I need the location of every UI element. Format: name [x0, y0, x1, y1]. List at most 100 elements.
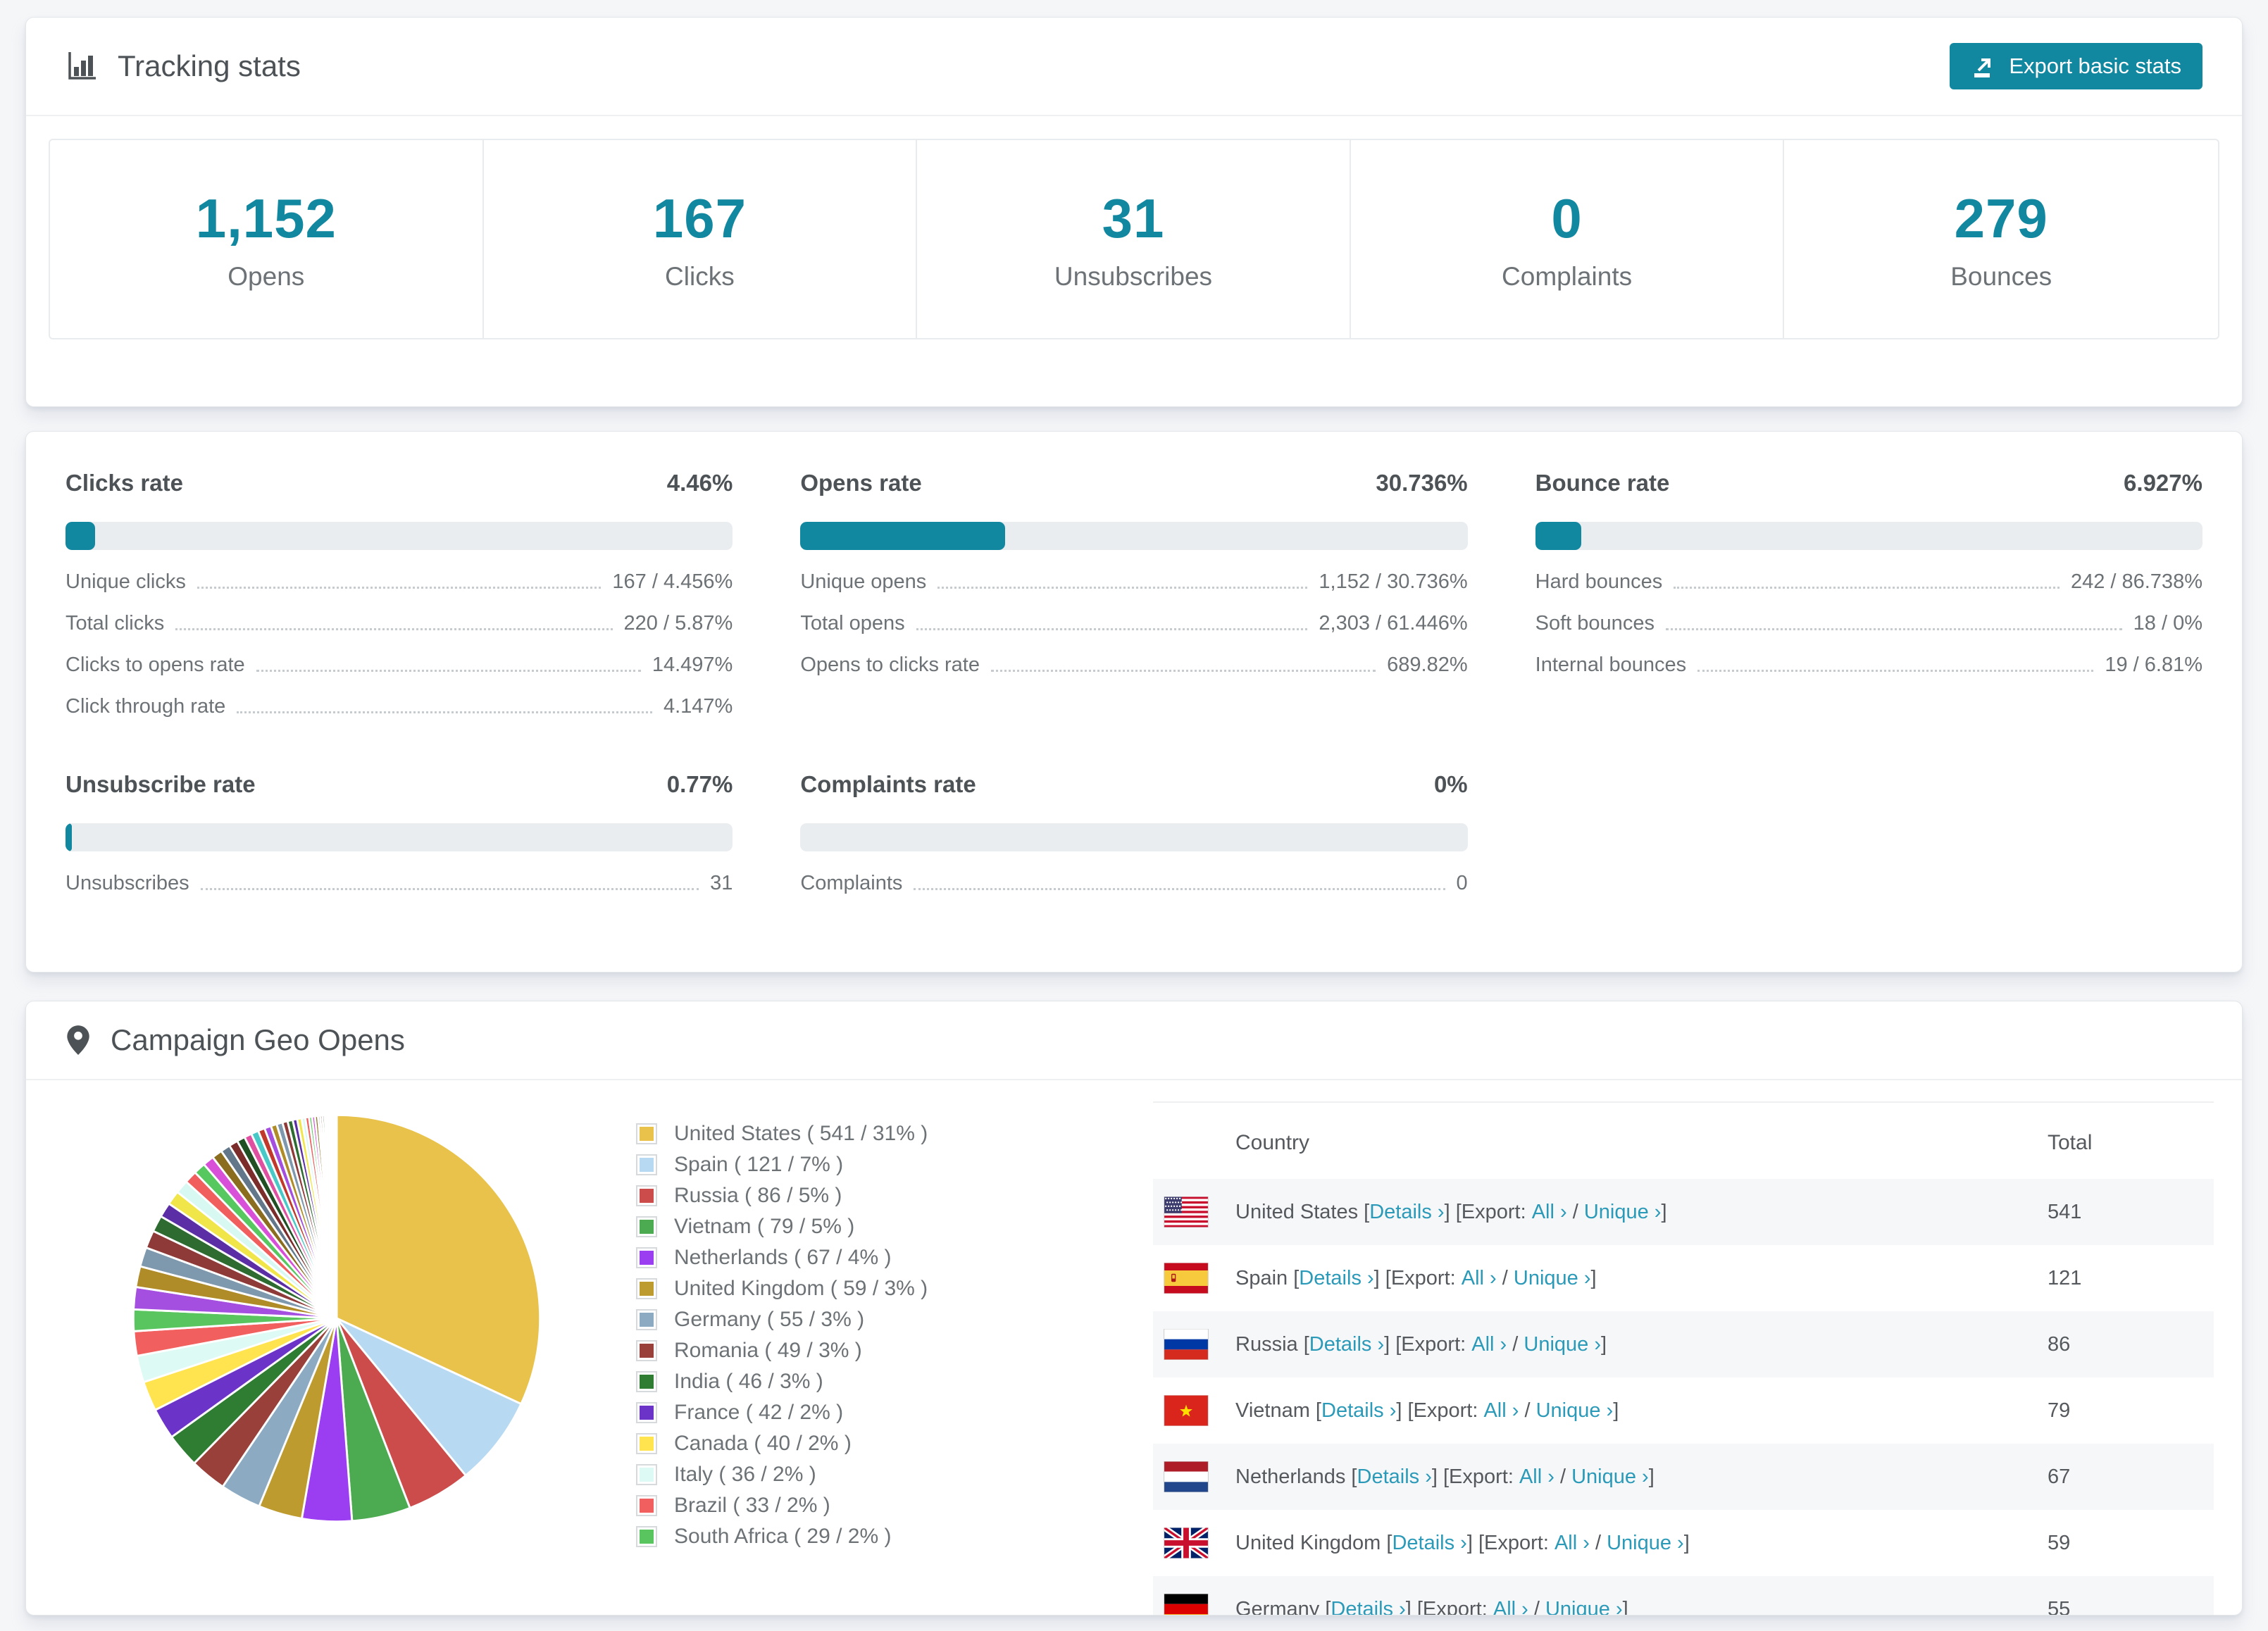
details-link[interactable]: Details › — [1299, 1267, 1373, 1290]
export-unique-link[interactable]: Unique › — [1514, 1267, 1591, 1290]
stat-value: 0 — [1551, 187, 1582, 251]
stat-card: 0 Complaints — [1351, 140, 1785, 338]
flag-gb-icon — [1164, 1527, 1209, 1558]
export-all-link[interactable]: All › — [1471, 1333, 1507, 1356]
rate-title: Unsubscribe rate — [66, 771, 256, 798]
page: { "colors": { "accent_teal": "#1187a0", … — [0, 17, 2268, 1631]
rate-row-label: Internal bounces — [1535, 654, 1686, 677]
country-total: 59 — [2048, 1532, 2214, 1555]
legend-item: Germany ( 55 / 3% ) — [636, 1304, 1094, 1335]
legend-swatch — [636, 1464, 657, 1485]
legend-swatch — [636, 1340, 657, 1361]
geo-header: Campaign Geo Opens — [26, 1001, 2242, 1080]
geo-table: Country Total United States [Details ›] … — [1153, 1101, 2214, 1616]
flag-us-icon — [1164, 1196, 1209, 1227]
details-link[interactable]: Details › — [1309, 1333, 1384, 1356]
dotted-leader — [1697, 670, 2093, 672]
stat-value: 279 — [1955, 187, 2048, 251]
legend-item: Romania ( 49 / 3% ) — [636, 1335, 1094, 1366]
export-all-link[interactable]: All › — [1532, 1201, 1567, 1224]
rate-title: Opens rate — [800, 470, 921, 496]
country-name: Spain — [1235, 1267, 1288, 1290]
country-name: United States — [1235, 1201, 1358, 1224]
rate-row: Total opens 2,303 / 61.446% — [800, 603, 1467, 644]
export-unique-link[interactable]: Unique › — [1524, 1333, 1601, 1356]
details-link[interactable]: Details › — [1321, 1399, 1396, 1423]
rate-row-value: 2,303 / 61.446% — [1319, 612, 1467, 635]
flag-ru-icon — [1164, 1329, 1209, 1360]
rate-row: Unsubscribes 31 — [66, 863, 733, 904]
export-unique-link[interactable]: Unique › — [1536, 1399, 1614, 1423]
legend-swatch — [636, 1247, 657, 1268]
tracking-stats-title: Tracking stats — [66, 49, 301, 83]
export-button-label: Export basic stats — [2009, 54, 2181, 79]
details-link[interactable]: Details › — [1392, 1532, 1466, 1555]
rate-panel: Bounce rate 6.927% Hard bounces 242 / 86… — [1535, 470, 2202, 727]
export-unique-link[interactable]: Unique › — [1584, 1201, 1662, 1224]
rate-row-label: Unique clicks — [66, 570, 186, 594]
legend-swatch — [636, 1216, 657, 1237]
legend-swatch — [636, 1526, 657, 1547]
details-link[interactable]: Details › — [1331, 1598, 1405, 1616]
geo-title: Campaign Geo Opens — [66, 1023, 405, 1057]
progress-bar — [66, 522, 733, 550]
export-unique-link[interactable]: Unique › — [1607, 1532, 1684, 1555]
rate-row-value: 18 / 0% — [2133, 612, 2202, 635]
dotted-leader — [1674, 587, 2060, 589]
rate-row-value: 220 / 5.87% — [624, 612, 733, 635]
export-basic-stats-button[interactable]: Export basic stats — [1950, 43, 2202, 89]
export-unique-link[interactable]: Unique › — [1571, 1466, 1649, 1489]
legend-item: Canada ( 40 / 2% ) — [636, 1428, 1094, 1459]
legend-swatch — [636, 1433, 657, 1454]
bar-chart-icon — [66, 50, 98, 82]
export-all-link[interactable]: All › — [1493, 1598, 1528, 1616]
rate-row-value: 0 — [1457, 872, 1468, 895]
details-link[interactable]: Details › — [1357, 1466, 1432, 1489]
export-all-link[interactable]: All › — [1462, 1267, 1497, 1290]
export-unique-link[interactable]: Unique › — [1545, 1598, 1623, 1616]
legend-label: Vietnam ( 79 / 5% ) — [674, 1215, 854, 1239]
rate-row-label: Soft bounces — [1535, 612, 1655, 635]
details-link[interactable]: Details › — [1369, 1201, 1444, 1224]
legend-item: Russia ( 86 / 5% ) — [636, 1180, 1094, 1211]
progress-bar — [800, 522, 1467, 550]
country-total: 541 — [2048, 1201, 2214, 1224]
rate-row-value: 689.82% — [1387, 654, 1468, 677]
stat-label: Clicks — [665, 262, 735, 292]
column-header-total: Total — [2048, 1131, 2214, 1155]
rate-title: Bounce rate — [1535, 470, 1670, 496]
table-row: Spain [Details ›] [Export: All › / Uniqu… — [1153, 1245, 2214, 1311]
dotted-leader — [237, 711, 652, 713]
rate-row-value: 19 / 6.81% — [2105, 654, 2202, 677]
export-all-link[interactable]: All › — [1554, 1532, 1590, 1555]
legend-label: Spain ( 121 / 7% ) — [674, 1153, 843, 1177]
flag-es-icon — [1164, 1263, 1209, 1294]
tracking-stats-card: Tracking stats Export basic stats 1,152 … — [25, 17, 2243, 407]
dotted-leader — [916, 628, 1308, 630]
geo-table-body: United States [Details ›] [Export: All ›… — [1153, 1179, 2214, 1616]
legend-swatch — [636, 1371, 657, 1392]
rate-row: Unique clicks 167 / 4.456% — [66, 561, 733, 603]
stat-card: 279 Bounces — [1784, 140, 2218, 338]
country-total: 121 — [2048, 1267, 2214, 1290]
legend-label: France ( 42 / 2% ) — [674, 1401, 843, 1425]
legend-label: Italy ( 36 / 2% ) — [674, 1463, 816, 1487]
table-row: Germany [Details ›] [Export: All › / Uni… — [1153, 1576, 2214, 1616]
country-total: 79 — [2048, 1399, 2214, 1423]
export-all-link[interactable]: All › — [1483, 1399, 1519, 1423]
country-name: United Kingdom — [1235, 1532, 1381, 1555]
rate-row-label: Total clicks — [66, 612, 164, 635]
legend-item: South Africa ( 29 / 2% ) — [636, 1521, 1094, 1552]
legend-label: United Kingdom ( 59 / 3% ) — [674, 1277, 928, 1301]
legend-label: South Africa ( 29 / 2% ) — [674, 1525, 891, 1549]
legend-label: Netherlands ( 67 / 4% ) — [674, 1246, 891, 1270]
export-all-link[interactable]: All › — [1519, 1466, 1554, 1489]
rate-panel: Complaints rate 0% Complaints 0 — [800, 771, 1467, 904]
table-row: United States [Details ›] [Export: All ›… — [1153, 1179, 2214, 1245]
legend-swatch — [636, 1309, 657, 1330]
legend-item: United States ( 541 / 31% ) — [636, 1118, 1094, 1149]
stat-label: Unsubscribes — [1054, 262, 1212, 292]
geo-pie-chart[interactable] — [66, 1080, 608, 1537]
dotted-leader — [175, 628, 612, 630]
legend-item: United Kingdom ( 59 / 3% ) — [636, 1273, 1094, 1304]
